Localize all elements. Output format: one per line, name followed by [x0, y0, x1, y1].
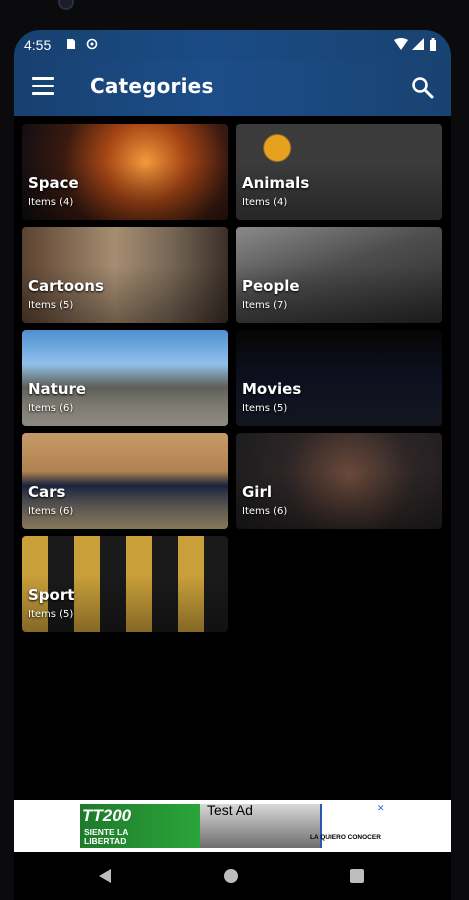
ad-close-icon[interactable]: ✕ — [377, 804, 387, 814]
camera-icon — [58, 0, 74, 10]
battery-icon — [429, 38, 437, 55]
wifi-icon — [394, 38, 408, 54]
ad-banner[interactable]: TT200 SIENTE LA LIBERTAD Test Ad LA QUIE… — [14, 800, 451, 852]
status-time: 4:55 — [24, 37, 52, 53]
category-card-girl[interactable]: Girl Items (6) — [236, 433, 442, 529]
menu-icon[interactable] — [32, 77, 54, 95]
ad-tagline: SIENTE LA LIBERTAD — [84, 827, 129, 846]
status-bar: 4:55 — [14, 30, 451, 60]
category-count: Items (7) — [242, 300, 288, 311]
nav-bar — [14, 852, 451, 900]
category-count: Items (4) — [28, 197, 74, 208]
category-card-nature[interactable]: Nature Items (6) — [22, 330, 228, 426]
category-count: Items (6) — [28, 506, 74, 517]
sim-icon — [66, 38, 76, 54]
category-name: Animals — [242, 174, 310, 192]
signal-icon — [412, 38, 424, 54]
category-name: People — [242, 277, 300, 295]
category-card-space[interactable]: Space Items (4) — [22, 124, 228, 220]
category-name: Space — [28, 174, 79, 192]
search-icon[interactable] — [411, 76, 435, 100]
category-name: Girl — [242, 483, 272, 501]
category-count: Items (5) — [242, 403, 288, 414]
page-title: Categories — [90, 74, 214, 98]
category-card-people[interactable]: People Items (7) — [236, 227, 442, 323]
ad-brand: TT200 — [82, 806, 132, 825]
sync-icon — [86, 38, 98, 54]
category-count: Items (6) — [242, 506, 288, 517]
category-count: Items (5) — [28, 300, 74, 311]
category-count: Items (5) — [28, 609, 74, 620]
category-count: Items (4) — [242, 197, 288, 208]
back-icon[interactable] — [98, 868, 112, 888]
category-name: Movies — [242, 380, 302, 398]
category-card-cars[interactable]: Cars Items (6) — [22, 433, 228, 529]
category-card-sport[interactable]: Sport Items (5) — [22, 536, 228, 632]
home-icon[interactable] — [224, 869, 238, 883]
category-card-movies[interactable]: Movies Items (5) — [236, 330, 442, 426]
category-name: Nature — [28, 380, 87, 398]
ad-right-text: LA QUIERO CONOCER — [310, 834, 381, 841]
category-name: Sport — [28, 586, 75, 604]
category-name: Cars — [28, 483, 66, 501]
device-frame: 4:55 Categories Space Items (4) Animals … — [14, 30, 451, 900]
ad-label: Test Ad — [207, 802, 253, 818]
category-name: Cartoons — [28, 277, 104, 295]
app-bar: Categories — [14, 60, 451, 116]
recents-icon[interactable] — [350, 869, 364, 883]
category-card-animals[interactable]: Animals Items (4) — [236, 124, 442, 220]
category-count: Items (6) — [28, 403, 74, 414]
category-card-cartoons[interactable]: Cartoons Items (5) — [22, 227, 228, 323]
